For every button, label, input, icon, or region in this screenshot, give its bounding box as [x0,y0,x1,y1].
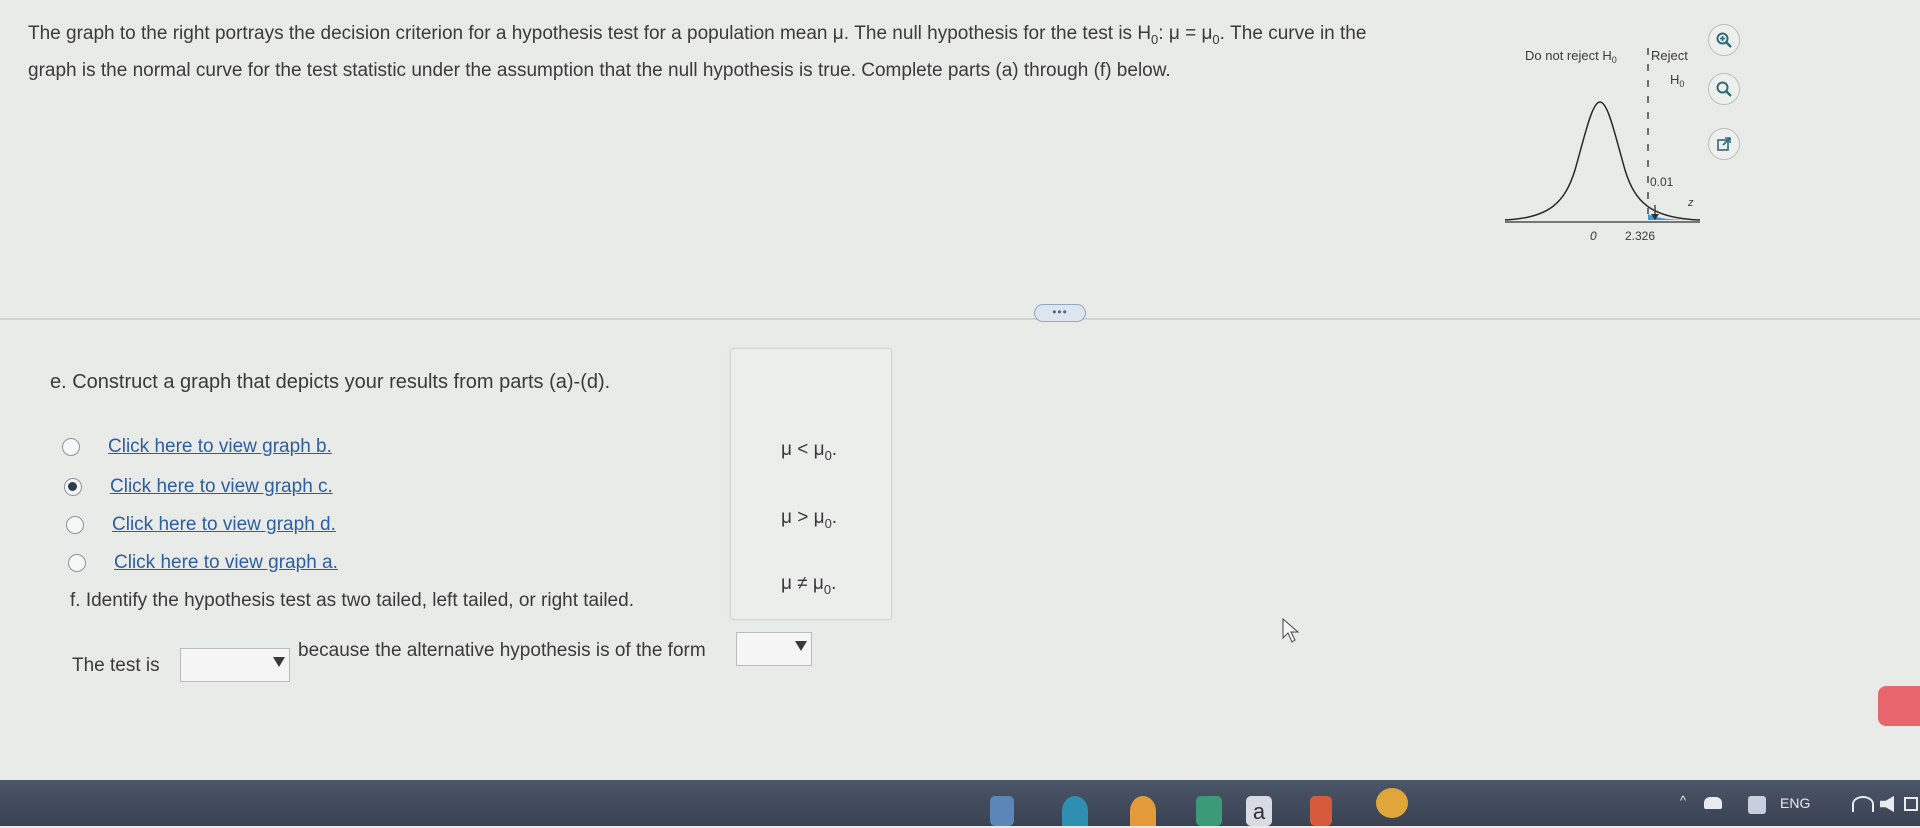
taskbar-app-icon[interactable] [990,796,1014,826]
menu-item-not-equal[interactable]: μ ≠ μ0. [781,573,836,597]
menu-item-greater-than[interactable]: μ > μ0. [781,507,837,531]
part-f-answer-line: The test is [72,655,160,677]
intro-line-2: graph is the normal curve for the test s… [28,59,1171,81]
part-e-prompt: e. Construct a graph that depicts your r… [50,371,611,393]
colorful-app-icon[interactable] [1376,788,1408,818]
expand-divider-button[interactable]: ••• [1034,304,1086,322]
link-graph-b[interactable]: Click here to view graph b. [108,436,332,458]
office-icon[interactable] [1310,796,1332,826]
cloud-icon[interactable] [1704,797,1722,809]
normal-curve [1504,101,1701,221]
popout-button[interactable] [1708,128,1740,160]
menu-item-less-than[interactable]: μ < μ0. [781,439,837,463]
magnify-icon [1716,81,1732,97]
chrome-icon[interactable] [1130,796,1156,826]
label-reject-h0: H0 [1670,72,1684,89]
link-graph-a[interactable]: Click here to view graph a. [114,552,338,574]
radio-graph-d[interactable] [66,516,84,534]
wifi-icon[interactable] [1852,796,1874,812]
link-graph-d[interactable]: Click here to view graph d. [112,514,336,536]
chevron-down-icon [795,641,807,651]
app-letter-icon[interactable]: a [1246,796,1272,826]
bluetooth-icon[interactable] [1748,796,1766,814]
radio-graph-a[interactable] [68,554,86,572]
area-label: 0.01 [1650,175,1674,189]
question-intro: The graph to the right portrays the deci… [28,18,1508,86]
tail-type-dropdown[interactable] [180,648,290,682]
battery-icon[interactable] [1904,797,1918,811]
intro-line-1: The graph to the right portrays the deci… [28,23,1367,47]
option-graph-b[interactable]: Click here to view graph b. [62,434,332,460]
zoom-in-button[interactable] [1708,24,1740,56]
axis-var-label: z [1687,197,1694,209]
alternative-form-dropdown[interactable] [736,632,812,666]
option-graph-c[interactable]: Click here to view graph c. [64,474,333,500]
radio-graph-c[interactable] [64,478,82,496]
alternative-form-dropdown-menu: μ < μ0. μ > μ0. μ ≠ μ0. [730,348,892,620]
tick-critical: 2.326 [1625,229,1655,243]
store-icon[interactable] [1196,796,1222,826]
option-graph-d[interactable]: Click here to view graph d. [66,512,336,538]
magnify-button[interactable] [1708,73,1740,105]
answer-middle-text: because the alternative hypothesis is of… [298,640,706,661]
zoom-in-icon [1716,32,1732,48]
label-do-not-reject: Do not reject H0 [1525,48,1617,65]
answer-lead-text: The test is [72,655,160,676]
part-f-prompt: f. Identify the hypothesis test as two t… [70,590,634,611]
side-tab[interactable] [1878,686,1920,726]
edge-icon[interactable] [1062,796,1088,826]
taskbar: a [0,780,1920,826]
link-graph-c[interactable]: Click here to view graph c. [110,476,333,498]
language-indicator[interactable]: ENG [1780,795,1810,811]
tray-chevron-icon[interactable]: ^ [1680,793,1686,808]
radio-graph-b[interactable] [62,438,80,456]
option-graph-a[interactable]: Click here to view graph a. [68,550,338,576]
chevron-down-icon [273,657,285,667]
external-link-icon [1717,137,1731,151]
mouse-cursor-icon [1282,617,1300,649]
label-reject: Reject [1651,48,1688,63]
section-divider [0,318,1920,320]
tick-zero: 0 [1590,229,1597,243]
